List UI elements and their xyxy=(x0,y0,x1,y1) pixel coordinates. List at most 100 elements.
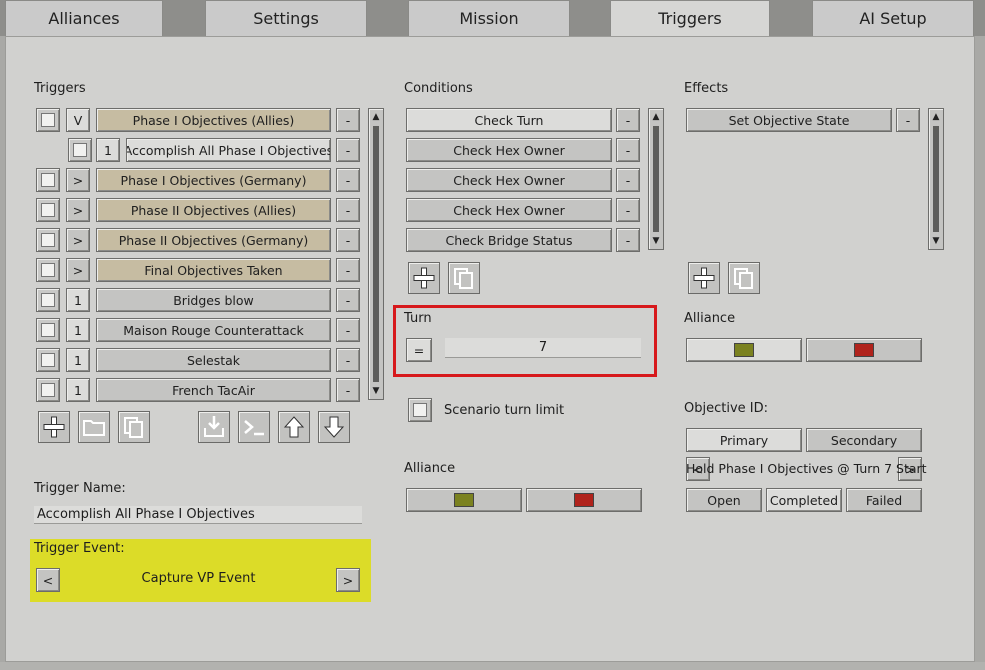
trigger-mode-button[interactable]: 1 xyxy=(96,138,120,162)
remove-condition-button[interactable]: - xyxy=(616,108,640,132)
trigger-checkbox[interactable] xyxy=(36,108,60,132)
copy-icon[interactable] xyxy=(118,411,150,443)
scroll-thumb[interactable] xyxy=(933,126,939,232)
move-up-icon[interactable] xyxy=(278,411,310,443)
trigger-item[interactable]: Phase I Objectives (Germany) xyxy=(96,168,331,192)
trigger-mode-button[interactable]: > xyxy=(66,168,90,192)
trigger-item[interactable]: Phase I Objectives (Allies) xyxy=(96,108,331,132)
trigger-item[interactable]: Phase II Objectives (Germany) xyxy=(96,228,331,252)
tab-mission[interactable]: Mission xyxy=(408,0,570,36)
turn-value-input[interactable]: 7 xyxy=(445,338,641,358)
trigger-checkbox[interactable] xyxy=(36,348,60,372)
remove-effect-button[interactable]: - xyxy=(896,108,920,132)
trigger-checkbox[interactable] xyxy=(36,228,60,252)
event-next-button[interactable]: > xyxy=(336,568,360,592)
add-icon[interactable] xyxy=(408,262,440,294)
scroll-down-icon[interactable]: ▼ xyxy=(929,234,943,248)
trigger-item[interactable]: Phase II Objectives (Allies) xyxy=(96,198,331,222)
move-down-icon[interactable] xyxy=(318,411,350,443)
remove-trigger-button[interactable]: - xyxy=(336,258,360,282)
remove-condition-button[interactable]: - xyxy=(616,168,640,192)
script-icon[interactable] xyxy=(238,411,270,443)
trigger-checkbox[interactable] xyxy=(36,378,60,402)
tab-triggers[interactable]: Triggers xyxy=(610,0,770,36)
effect-alliance-allies-button[interactable] xyxy=(686,338,802,362)
remove-trigger-button[interactable]: - xyxy=(336,168,360,192)
remove-trigger-button[interactable]: - xyxy=(336,198,360,222)
effects-header: Effects xyxy=(684,81,729,96)
alliance-axis-button[interactable] xyxy=(526,488,642,512)
add-icon[interactable] xyxy=(688,262,720,294)
folder-icon[interactable] xyxy=(78,411,110,443)
tab-settings[interactable]: Settings xyxy=(205,0,367,36)
tab-alliances[interactable]: Alliances xyxy=(5,0,163,36)
objective-value: Hold Phase I Objectives @ Turn 7 Start xyxy=(686,461,927,476)
trigger-mode-button[interactable]: > xyxy=(66,228,90,252)
allies-swatch xyxy=(734,343,754,357)
primary-button[interactable]: Primary xyxy=(686,428,802,452)
scroll-down-icon[interactable]: ▼ xyxy=(369,384,383,398)
effects-scrollbar[interactable]: ▲ ▼ xyxy=(928,108,944,250)
scroll-thumb[interactable] xyxy=(653,126,659,232)
trigger-mode-button[interactable]: 1 xyxy=(66,288,90,312)
conditions-scrollbar[interactable]: ▲ ▼ xyxy=(648,108,664,250)
trigger-mode-button[interactable]: 1 xyxy=(66,378,90,402)
remove-trigger-button[interactable]: - xyxy=(336,228,360,252)
trigger-name-label: Trigger Name: xyxy=(34,481,126,496)
trigger-checkbox[interactable] xyxy=(68,138,92,162)
condition-item[interactable]: Check Hex Owner xyxy=(406,138,612,162)
trigger-checkbox[interactable] xyxy=(36,288,60,312)
condition-item[interactable]: Check Hex Owner xyxy=(406,198,612,222)
effect-alliance-axis-button[interactable] xyxy=(806,338,922,362)
scroll-up-icon[interactable]: ▲ xyxy=(929,110,943,124)
remove-trigger-button[interactable]: - xyxy=(336,108,360,132)
remove-trigger-button[interactable]: - xyxy=(336,348,360,372)
copy-icon[interactable] xyxy=(448,262,480,294)
scroll-thumb[interactable] xyxy=(373,126,379,382)
scroll-up-icon[interactable]: ▲ xyxy=(369,110,383,124)
remove-trigger-button[interactable]: - xyxy=(336,138,360,162)
trigger-mode-button[interactable]: 1 xyxy=(66,318,90,342)
condition-item-selected[interactable]: Check Turn xyxy=(406,108,612,132)
trigger-mode-button[interactable]: 1 xyxy=(66,348,90,372)
remove-condition-button[interactable]: - xyxy=(616,138,640,162)
alliance-allies-button[interactable] xyxy=(406,488,522,512)
scroll-down-icon[interactable]: ▼ xyxy=(649,234,663,248)
trigger-item[interactable]: Final Objectives Taken xyxy=(96,258,331,282)
scenario-turn-limit-checkbox[interactable] xyxy=(408,398,432,422)
triggers-scrollbar[interactable]: ▲ ▼ xyxy=(368,108,384,400)
secondary-button[interactable]: Secondary xyxy=(806,428,922,452)
event-prev-button[interactable]: < xyxy=(36,568,60,592)
state-completed-button[interactable]: Completed xyxy=(766,488,842,512)
state-open-button[interactable]: Open xyxy=(686,488,762,512)
trigger-item[interactable]: Bridges blow xyxy=(96,288,331,312)
add-icon[interactable] xyxy=(38,411,70,443)
trigger-checkbox[interactable] xyxy=(36,318,60,342)
trigger-item[interactable]: Maison Rouge Counterattack xyxy=(96,318,331,342)
trigger-checkbox[interactable] xyxy=(36,198,60,222)
tab-ai-setup[interactable]: AI Setup xyxy=(812,0,974,36)
trigger-mode-button[interactable]: V xyxy=(66,108,90,132)
trigger-item[interactable]: Selestak xyxy=(96,348,331,372)
trigger-checkbox[interactable] xyxy=(36,168,60,192)
remove-trigger-button[interactable]: - xyxy=(336,288,360,312)
condition-item[interactable]: Check Bridge Status xyxy=(406,228,612,252)
condition-item[interactable]: Check Hex Owner xyxy=(406,168,612,192)
turn-operator-button[interactable]: = xyxy=(406,338,432,362)
scroll-up-icon[interactable]: ▲ xyxy=(649,110,663,124)
trigger-checkbox[interactable] xyxy=(36,258,60,282)
trigger-item-selected[interactable]: Accomplish All Phase I Objectives xyxy=(126,138,331,162)
trigger-mode-button[interactable]: > xyxy=(66,258,90,282)
import-icon[interactable] xyxy=(198,411,230,443)
remove-condition-button[interactable]: - xyxy=(616,198,640,222)
remove-trigger-button[interactable]: - xyxy=(336,378,360,402)
trigger-event-value: Capture VP Event xyxy=(141,571,256,586)
trigger-mode-button[interactable]: > xyxy=(66,198,90,222)
effect-item[interactable]: Set Objective State xyxy=(686,108,892,132)
remove-condition-button[interactable]: - xyxy=(616,228,640,252)
trigger-name-input[interactable]: Accomplish All Phase I Objectives xyxy=(34,506,362,524)
copy-icon[interactable] xyxy=(728,262,760,294)
trigger-item[interactable]: French TacAir xyxy=(96,378,331,402)
remove-trigger-button[interactable]: - xyxy=(336,318,360,342)
state-failed-button[interactable]: Failed xyxy=(846,488,922,512)
